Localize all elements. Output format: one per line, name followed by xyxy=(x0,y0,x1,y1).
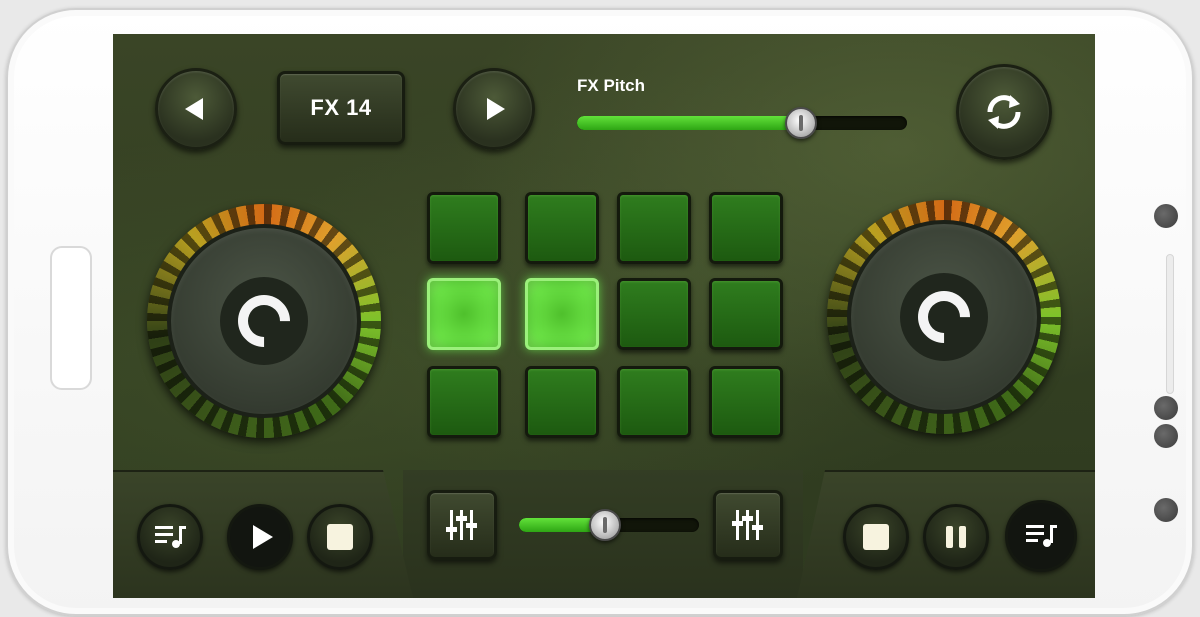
spinner-icon xyxy=(907,280,981,354)
sensor-dot xyxy=(1154,396,1178,420)
front-camera-dot xyxy=(1154,204,1178,228)
fx-pitch-fill xyxy=(577,116,802,130)
sample-pad[interactable] xyxy=(617,278,691,350)
triangle-left-icon xyxy=(185,98,203,120)
sync-button[interactable] xyxy=(956,64,1052,160)
fx-prev-button[interactable] xyxy=(155,68,237,150)
sample-pad[interactable] xyxy=(709,366,783,438)
sensor-dot xyxy=(1154,498,1178,522)
pause-icon xyxy=(946,526,966,548)
right-turntable[interactable] xyxy=(827,200,1061,434)
right-turntable-plate xyxy=(847,220,1041,414)
side-speaker-slot xyxy=(1166,254,1174,394)
fx-pitch-knob[interactable] xyxy=(785,107,818,139)
right-mixer-button[interactable] xyxy=(713,490,783,560)
sample-pad[interactable] xyxy=(709,192,783,264)
sample-pad[interactable] xyxy=(427,366,501,438)
sensor-dot xyxy=(1154,424,1178,448)
left-stop-button[interactable] xyxy=(307,504,373,570)
dj-app-screen: FX 14 FX Pitch xyxy=(113,34,1095,598)
fx-label: FX 14 xyxy=(310,95,372,120)
left-play-button[interactable] xyxy=(227,504,293,570)
fx-next-button[interactable] xyxy=(453,68,535,150)
sample-pad[interactable] xyxy=(709,278,783,350)
playlist-icon xyxy=(1026,525,1057,547)
left-turntable[interactable] xyxy=(147,204,381,438)
right-turntable-hub xyxy=(900,273,988,361)
playlist-icon xyxy=(155,526,186,548)
refresh-icon xyxy=(987,95,1021,129)
sample-pad[interactable] xyxy=(427,278,501,350)
left-turntable-plate xyxy=(167,224,361,418)
right-stop-button[interactable] xyxy=(843,504,909,570)
home-button[interactable] xyxy=(50,246,92,390)
stop-icon xyxy=(327,524,353,550)
left-mixer-button[interactable] xyxy=(427,490,497,560)
sample-pad[interactable] xyxy=(617,192,691,264)
sample-pad[interactable] xyxy=(525,366,599,438)
fx-pitch-slider[interactable] xyxy=(577,116,907,130)
play-icon xyxy=(252,525,273,549)
fx-pitch-label: FX Pitch xyxy=(577,76,646,95)
sample-pad[interactable] xyxy=(525,278,599,350)
sample-pad[interactable] xyxy=(427,192,501,264)
triangle-right-icon xyxy=(487,98,505,120)
stop-icon xyxy=(863,524,889,550)
spinner-icon xyxy=(227,284,301,358)
equalizer-icon xyxy=(446,510,477,540)
sample-pad[interactable] xyxy=(525,192,599,264)
sample-pad[interactable] xyxy=(617,366,691,438)
left-playlist-button[interactable] xyxy=(137,504,203,570)
equalizer-icon xyxy=(732,510,763,540)
left-turntable-hub xyxy=(220,277,308,365)
right-pause-button[interactable] xyxy=(923,504,989,570)
right-playlist-button[interactable] xyxy=(1005,500,1077,572)
fx-select-button[interactable]: FX 14 xyxy=(277,71,405,145)
